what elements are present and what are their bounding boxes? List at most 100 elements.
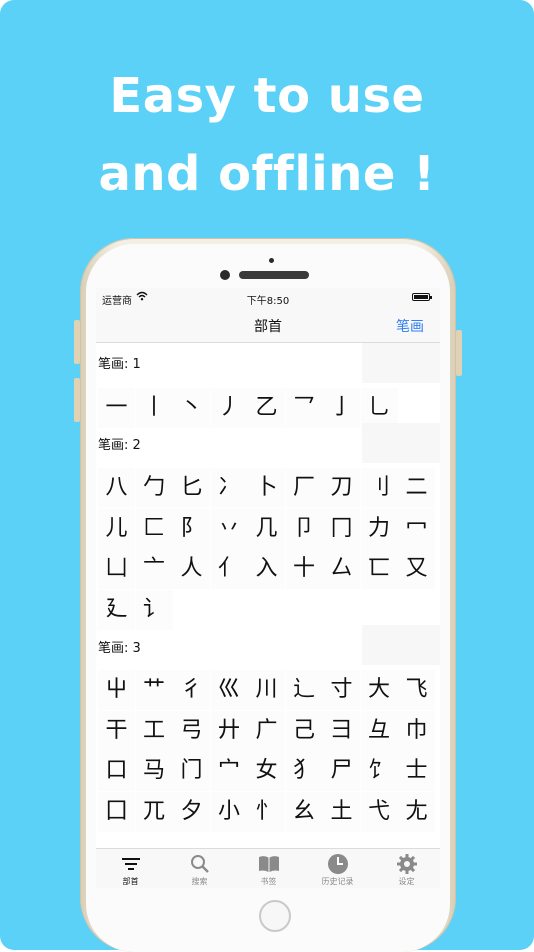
radical-cell[interactable]: 彐 [323,710,360,751]
radical-cell[interactable]: 犭 [285,751,323,791]
radical-cell[interactable]: 刂 [360,468,398,508]
radical-cell[interactable]: 尸 [323,751,360,791]
radical-cell[interactable]: 人 [173,549,210,589]
radical-cell[interactable]: 卩 [285,508,323,549]
radical-cell[interactable]: 几 [248,508,285,549]
radical-cell[interactable]: 巾 [398,710,435,751]
row-shade [362,343,440,383]
radical-cell[interactable]: 士 [398,751,435,791]
radical-cell[interactable]: 丿 [210,388,248,428]
radical-cell[interactable]: 幺 [285,791,323,832]
radical-cell[interactable]: 厂 [285,468,323,508]
radical-cell[interactable]: 夕 [173,791,210,832]
radical-cell[interactable]: 小 [210,791,248,832]
radical-list[interactable]: 笔画: 1 一丨丶丿乙乛亅乚 笔画: 2 八勹匕冫卜厂刀刂二儿匚阝丷几卩冂力冖凵… [96,343,440,848]
radical-cell[interactable]: 屮 [98,670,135,710]
radical-cell[interactable]: 己 [285,710,323,751]
radical-cell[interactable]: 力 [360,508,398,549]
section-label: 笔画: 1 [98,357,141,372]
radical-cell[interactable]: 儿 [98,508,135,549]
radical-cell[interactable]: 冂 [323,508,360,549]
radical-cell[interactable]: 兀 [135,791,173,832]
radical-cell[interactable]: 亅 [323,388,360,428]
book-icon [258,853,280,875]
radical-cell[interactable]: 匸 [360,549,398,589]
radical-cell[interactable]: 乙 [248,388,285,428]
radical-cell[interactable]: 干 [98,710,135,751]
power-button [456,330,462,376]
radical-cell[interactable]: 工 [135,710,173,751]
gear-icon [396,853,418,875]
tab-label: 书签 [260,877,277,886]
radical-cell[interactable]: 寸 [323,670,360,710]
radical-cell[interactable]: 飞 [398,670,435,710]
radical-cell[interactable]: 乚 [360,388,398,428]
radical-cell[interactable]: 讠 [135,589,173,630]
radical-cell[interactable]: 宀 [210,751,248,791]
radical-cell[interactable]: 艹 [135,670,173,710]
row-shade [362,423,440,463]
radical-cell[interactable]: 囗 [98,791,135,832]
tab-radicals[interactable]: 部首 [96,849,165,888]
radical-cell[interactable]: 口 [98,751,135,791]
tab-label: 搜索 [191,877,208,886]
radical-cell[interactable]: 大 [360,670,398,710]
radical-cell[interactable]: 亻 [210,549,248,589]
radical-cell[interactable]: 又 [398,549,435,589]
clock-icon [327,853,349,875]
front-camera [220,270,230,280]
home-button[interactable] [259,900,291,932]
filter-lines-icon [120,853,142,875]
radical-cell[interactable]: 厶 [323,549,360,589]
radical-cell[interactable]: 女 [248,751,285,791]
radical-cell[interactable]: 门 [173,751,210,791]
radical-cell[interactable]: 二 [398,468,435,508]
tab-bookmarks[interactable]: 书签 [234,849,303,888]
radical-cell[interactable]: 十 [285,549,323,589]
page-title: 部首 [254,319,282,335]
radical-cell[interactable]: 卜 [248,468,285,508]
stroke-button[interactable]: 笔画 [396,316,424,336]
app-screen: 运营商 下午8:50 部首 笔画 笔画: 1 一丨丶丿乙乛亅乚 笔画: 2 八勹… [96,288,440,888]
radical-cell[interactable]: 凵 [98,549,135,589]
radical-cell[interactable]: 彑 [360,710,398,751]
tab-label: 设定 [398,877,415,886]
tab-history[interactable]: 历史记录 [303,849,372,888]
radical-cell[interactable]: 川 [248,670,285,710]
radical-cell[interactable]: 弓 [173,710,210,751]
radical-cell[interactable]: 亠 [135,549,173,589]
radical-cell[interactable]: 刀 [323,468,360,508]
radical-cell[interactable]: 广 [248,710,285,751]
radical-cell[interactable]: 丶 [173,388,210,428]
radical-cell[interactable]: 阝 [173,508,210,549]
radical-cell[interactable]: 彳 [173,670,210,710]
volume-down-button [74,378,80,422]
radical-cell[interactable]: 丷 [210,508,248,549]
radical-cell[interactable]: 弋 [360,791,398,832]
tab-label: 部首 [122,877,139,886]
tab-search[interactable]: 搜索 [165,849,234,888]
radical-cell[interactable]: 冖 [398,508,435,549]
radical-cell[interactable]: 乛 [285,388,323,428]
search-icon [189,853,211,875]
radical-cell[interactable]: 匚 [135,508,173,549]
radical-cell[interactable]: 忄 [248,791,285,832]
radical-cell[interactable]: 饣 [360,751,398,791]
radical-cell[interactable]: 匕 [173,468,210,508]
radical-cell[interactable]: 入 [248,549,285,589]
radical-cell[interactable]: 丨 [135,388,173,428]
radical-cell[interactable]: 冫 [210,468,248,508]
radical-cell[interactable]: 廾 [210,710,248,751]
status-bar: 运营商 下午8:50 [96,288,440,308]
radical-cell[interactable]: 辶 [285,670,323,710]
radical-cell[interactable]: 廴 [98,589,135,630]
radical-cell[interactable]: 一 [98,388,135,428]
tab-settings[interactable]: 设定 [372,849,440,888]
radical-cell[interactable]: 巛 [210,670,248,710]
radical-cell[interactable]: 尢 [398,791,435,832]
radical-cell[interactable]: 土 [323,791,360,832]
radical-cell[interactable]: 勹 [135,468,173,508]
radical-cell[interactable]: 八 [98,468,135,508]
radical-cell[interactable]: 马 [135,751,173,791]
navigation-bar: 部首 笔画 [96,308,440,343]
